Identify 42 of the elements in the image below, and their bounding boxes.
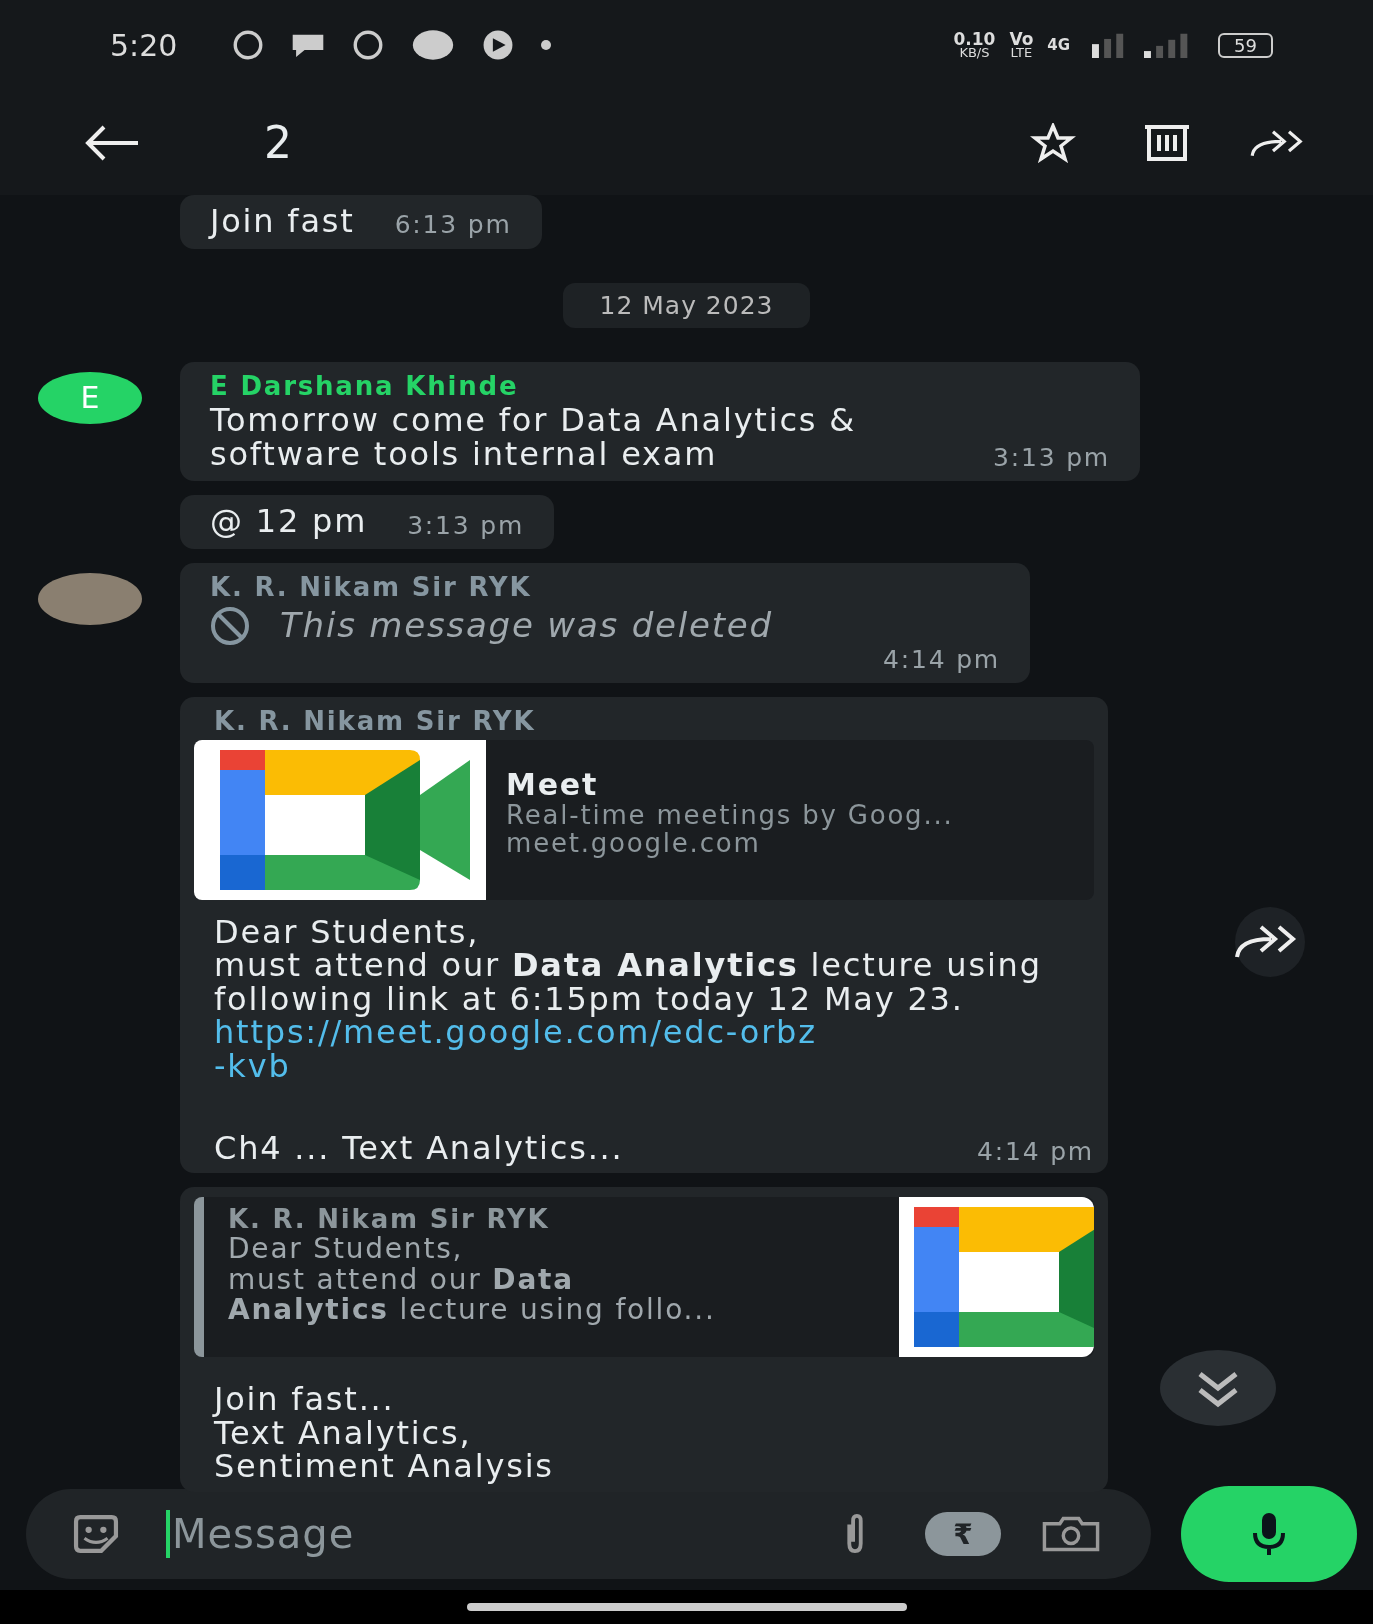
scroll-down-icon[interactable]	[1158, 1348, 1278, 1428]
message-text: Ch4 ... Text Analytics...	[214, 1131, 624, 1166]
message-text: Join fast	[210, 205, 355, 239]
quoted-message[interactable]: K. R. Nikam Sir RYK Dear Students, must attend our Data Analytics lecture using follo...	[194, 1197, 1094, 1358]
battery-indicator: 59	[1218, 32, 1273, 58]
blocked-icon	[210, 605, 250, 646]
message-bubble[interactable]: K. R. Nikam Sir RYK This message was deleted 4:14 pm	[180, 562, 1030, 684]
message-bubble[interactable]: K. R. Nikam Sir RYK Dear Students, must attend our Data Analytics lecture using follo... Join fast... Text Analytics, Sentiment Analysis	[180, 1187, 1108, 1492]
message-time: 6:13 pm	[394, 212, 512, 239]
sender-name: K. R. Nikam Sir RYK	[213, 707, 537, 736]
link-preview[interactable]: Meet Real-time meetings by Goog... meet.google.com	[194, 739, 1094, 900]
clock-time: 5:20	[110, 27, 178, 63]
message-time: 3:13 pm	[993, 445, 1110, 472]
message-text: Join fast... Text Analytics, Sentiment Analysis	[211, 1379, 555, 1484]
payment-button[interactable]: ₹	[925, 1512, 1001, 1556]
sender-name: E Darshana Khinde	[210, 371, 520, 401]
meeting-link[interactable]: https://meet.google.com/edc-orbz -kvb	[194, 1016, 1094, 1084]
message-bubble[interactable]	[180, 697, 1108, 1174]
volte-indicator: Vo LTE	[1009, 31, 1034, 59]
composer-bar[interactable]: Message ₹	[26, 1489, 1151, 1579]
message-bubble[interactable]: Join fast 6:13 pm	[180, 195, 542, 249]
message-bubble[interactable]: E Darshana Khinde Tomorrow come for Data Analytics & software tools internal exam 3:13 pm	[180, 361, 1140, 482]
sender-name: K. R. Nikam Sir RYK	[210, 572, 533, 602]
message-text: @ 12 pm	[210, 505, 368, 539]
preview-description: Real-time meetings by Goog...	[506, 800, 954, 830]
message-bubble[interactable]: @ 12 pm 3:13 pm	[180, 495, 555, 549]
network-type: 4G	[1047, 36, 1071, 54]
message-text: Tomorrow come for Data Analytics & software tools internal exam	[210, 404, 857, 472]
date-chip: 12 May 2023	[563, 282, 810, 328]
message-time: 3:13 pm	[407, 512, 525, 539]
deleted-message-text: This message was deleted	[280, 606, 773, 645]
selected-count: 2	[264, 117, 292, 168]
preview-title: Meet	[506, 767, 600, 801]
quoted-sender: K. R. Nikam Sir RYK	[228, 1205, 551, 1234]
preview-domain: meet.google.com	[506, 829, 761, 858]
network-speed: 0.10 KB/S	[953, 31, 996, 59]
message-text: Dear Students, must attend our Data Analytics lecture using following link at 6:15pm today 12 May 23.	[213, 911, 1043, 1017]
message-time: 4:14 pm	[883, 645, 1000, 674]
message-time: 4:14 pm	[977, 1138, 1094, 1166]
quoted-text: Dear Students, must attend our Data Analytics lecture using follo...	[228, 1233, 717, 1327]
message-input-field[interactable]: Message	[166, 1510, 785, 1558]
dot-icon	[541, 40, 552, 50]
